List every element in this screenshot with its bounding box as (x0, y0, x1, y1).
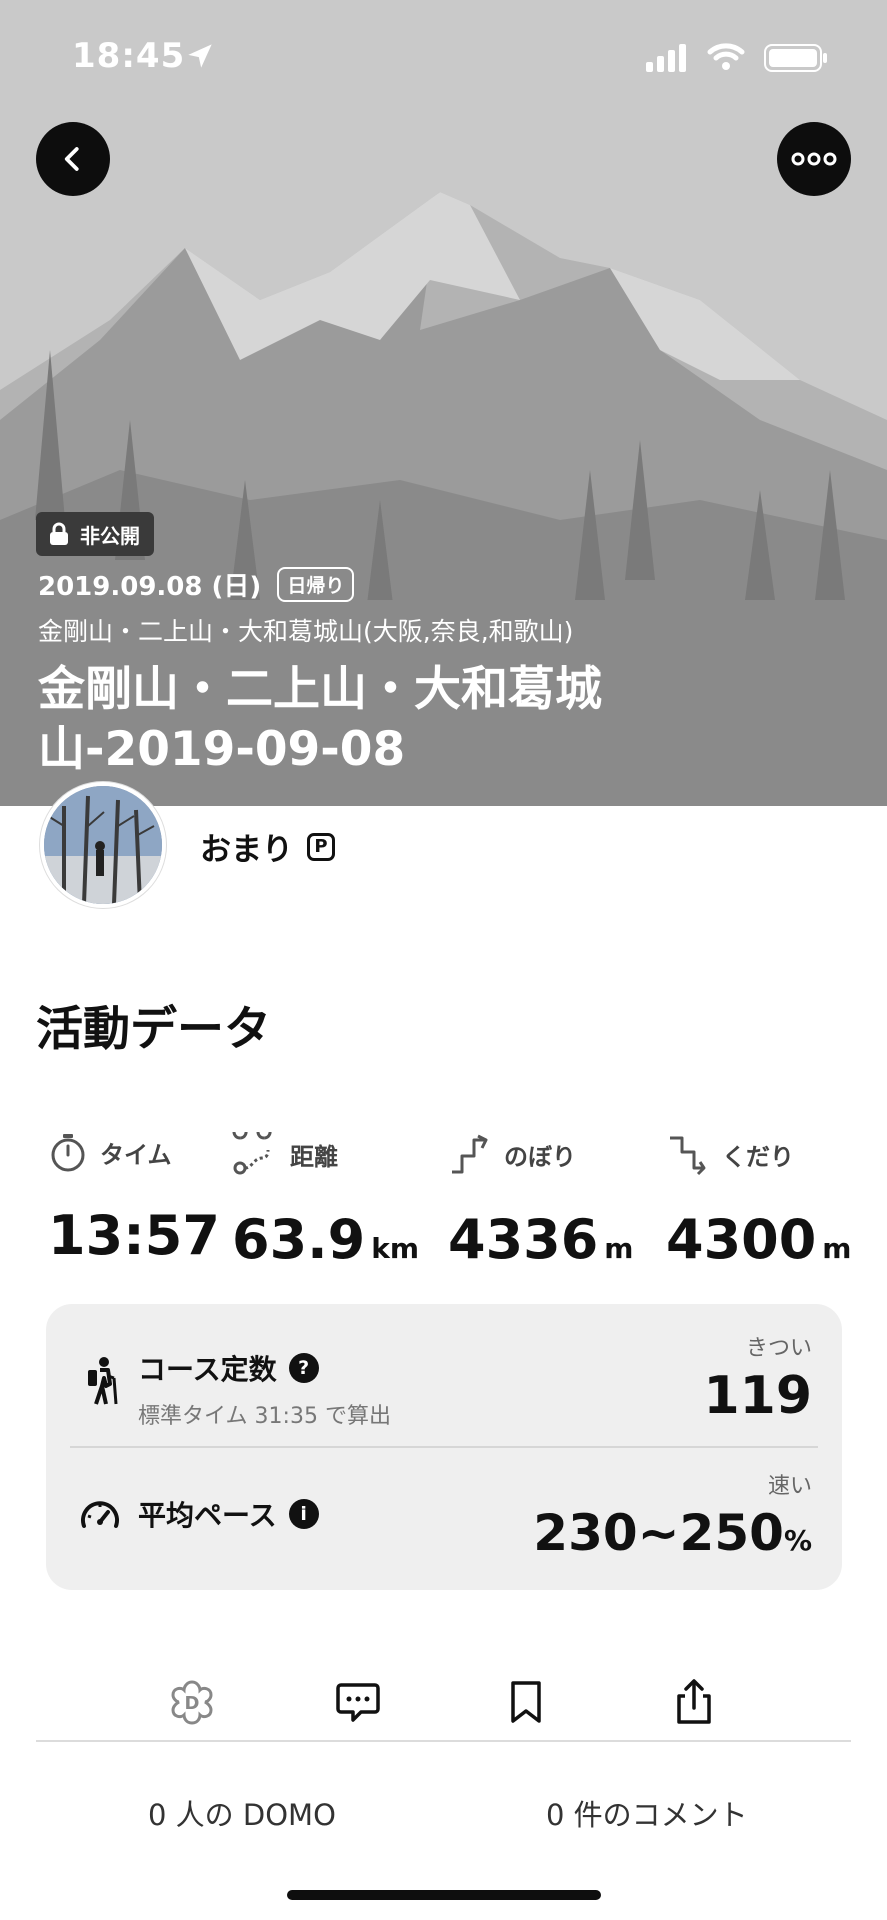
chevron-left-icon (64, 147, 79, 171)
hiker-icon (82, 1356, 122, 1410)
status-time: 18:45 (72, 36, 186, 76)
comment-button[interactable] (328, 1672, 388, 1732)
user-name-row[interactable]: おまり P (200, 824, 335, 869)
location-arrow-icon (186, 42, 214, 74)
stat-descent-unit: m (822, 1232, 852, 1265)
back-button[interactable] (36, 122, 110, 196)
stat-distance-value: 63.9 (232, 1208, 366, 1271)
private-label: 非公開 (80, 523, 140, 548)
stat-descent: くだり 4300 m (666, 1132, 886, 1271)
user-name: おまり (200, 832, 293, 868)
stat-distance: 距離 63.9 km (232, 1132, 452, 1271)
card-divider (70, 1446, 818, 1448)
course-constant-value: 119 (703, 1366, 812, 1426)
stat-descent-value: 4300 (666, 1208, 817, 1271)
battery-icon (764, 44, 828, 76)
descent-icon (670, 1136, 706, 1176)
avatar-photo (44, 786, 162, 904)
activity-date-line: 2019.09.08 (日) 日帰り (38, 566, 355, 603)
region-text: 金剛山・二上山・大和葛城山(大阪,奈良,和歌山) (38, 617, 574, 646)
stat-ascent-unit: m (604, 1232, 634, 1265)
wifi-icon (706, 40, 746, 76)
stat-time-label: タイム (100, 1140, 172, 1169)
average-pace-unit: % (783, 1524, 812, 1557)
home-indicator[interactable] (287, 1890, 601, 1900)
average-pace-title: 平均ペース i (138, 1494, 319, 1534)
premium-badge: P (307, 832, 335, 861)
action-bar-divider (36, 1740, 851, 1742)
stat-ascent: のぼり 4336 m (448, 1132, 668, 1271)
domo-flower-icon: D (171, 1680, 213, 1725)
lock-icon (50, 522, 68, 545)
section-title-activity: 活動データ (36, 1002, 271, 1057)
share-button[interactable] (664, 1672, 724, 1732)
stat-distance-label: 距離 (290, 1142, 338, 1171)
average-pace-label: 平均ペース (138, 1499, 277, 1532)
hero-banner: 18:45 非公開 2019.09.08 (日) 日帰り 金剛山・二上山・大和葛… (0, 0, 887, 806)
action-bar: D 0 人の DOMO 0 件のコメント (0, 1632, 887, 1920)
bookmark-button[interactable] (496, 1672, 556, 1732)
comment-count-link[interactable]: 0 件のコメント (546, 1792, 748, 1834)
stopwatch-icon (51, 1134, 85, 1172)
ellipsis-icon (791, 152, 837, 166)
average-pace-value: 230~250 (533, 1504, 784, 1562)
share-icon (677, 1679, 711, 1724)
bookmark-icon (511, 1681, 541, 1723)
pace-speed-label: 速い (767, 1474, 812, 1499)
activity-date: 2019.09.08 (日) (38, 572, 262, 602)
private-badge: 非公開 (36, 512, 154, 556)
speedometer-icon (78, 1494, 122, 1542)
domo-count-link[interactable]: 0 人の DOMO (148, 1792, 336, 1834)
route-icon (232, 1132, 272, 1175)
stat-distance-unit: km (371, 1232, 420, 1265)
stat-descent-label: くだり (722, 1142, 794, 1171)
comment-bubble-icon (336, 1683, 380, 1722)
ascent-icon (452, 1134, 488, 1174)
stat-ascent-label: のぼり (504, 1142, 576, 1171)
course-constant-subtitle: 標準タイム 31:35 で算出 (138, 1404, 391, 1429)
course-pace-card: コース定数 ? 標準タイム 31:35 で算出 きつい 119 平均ペース i … (46, 1304, 842, 1590)
info-icon[interactable]: i (288, 1499, 319, 1529)
stat-time-value: 13:57 (48, 1204, 220, 1267)
stat-ascent-value: 4336 (448, 1208, 599, 1271)
svg-text:D: D (185, 1693, 200, 1714)
more-options-button[interactable] (777, 122, 851, 196)
course-constant-title: コース定数 ? (138, 1348, 319, 1388)
average-pace-value-row: 230~250% (533, 1504, 812, 1562)
cellular-signal-icon (646, 44, 690, 76)
course-difficulty-label: きつい (745, 1336, 812, 1361)
trip-type-badge: 日帰り (277, 567, 355, 602)
course-constant-label: コース定数 (138, 1353, 277, 1386)
activity-title: 金剛山・二上山・大和葛城山-2019-09-08 (38, 662, 602, 777)
avatar[interactable] (40, 782, 166, 908)
help-icon[interactable]: ? (288, 1353, 319, 1383)
status-bar: 18:45 (0, 0, 887, 110)
domo-button[interactable]: D (162, 1672, 222, 1732)
